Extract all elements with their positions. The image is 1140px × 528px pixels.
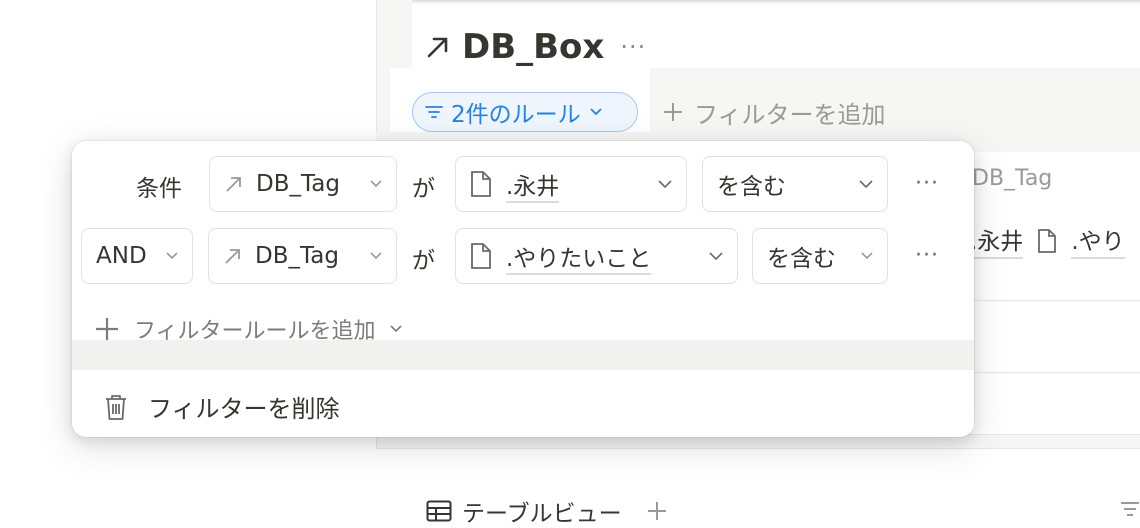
value-select-label: .永井 (506, 174, 560, 203)
chevron-down-icon (370, 180, 382, 188)
filter-rules-label: 2件のルール (451, 102, 581, 128)
property-select[interactable]: DB_Tag (208, 228, 397, 284)
arrow-up-right-icon (424, 33, 452, 61)
trash-icon (104, 393, 128, 421)
operator-select-label: を含む (767, 246, 836, 272)
rule-more-button[interactable]: ··· (915, 171, 939, 196)
add-filter-button[interactable]: フィルターを追加 (662, 92, 886, 132)
chevron-down-icon (166, 252, 178, 260)
tag-item[interactable]: .やり (1071, 222, 1125, 259)
tab-table-view-label: テーブルビュー (462, 501, 622, 527)
connector-label: が (412, 248, 435, 274)
filter-popup: 条件 DB_Tag が .永井 を含む ··· AND DB_Tag が .やり… (72, 141, 974, 437)
chevron-down-icon (859, 180, 873, 188)
rule-prefix-label: 条件 (136, 176, 182, 202)
page-title-text: DB_Box (462, 27, 605, 67)
logic-operator-select[interactable]: AND (81, 228, 193, 284)
value-select-label: .やりたいこと (506, 246, 652, 275)
page-icon (1037, 228, 1057, 254)
page-title[interactable]: DB_Box ··· (424, 24, 646, 70)
chevron-down-icon (709, 252, 723, 260)
logic-operator-label: AND (96, 243, 147, 269)
table-line (960, 372, 1140, 373)
tag-item[interactable]: .永井 (970, 222, 1024, 259)
page-icon (470, 242, 492, 270)
property-select[interactable]: DB_Tag (209, 156, 397, 212)
add-filter-rule-label: フィルタールールを追加 (134, 319, 376, 344)
delete-filter-button[interactable]: フィルターを削除 (104, 389, 340, 424)
operator-select[interactable]: を含む (702, 156, 888, 212)
tab-table-view[interactable]: テーブルビュー (426, 494, 668, 528)
table-line (960, 300, 1140, 301)
table-icon (426, 500, 452, 522)
table-bg (960, 152, 1140, 434)
filter-icon (425, 104, 443, 120)
value-select[interactable]: .やりたいこと (455, 228, 738, 284)
arrow-up-right-icon (223, 246, 243, 266)
table-line (960, 434, 1140, 435)
connector-label: が (412, 176, 435, 202)
top-divider (412, 0, 1140, 2)
value-select[interactable]: .永井 (455, 156, 687, 212)
more-icon[interactable]: ··· (620, 33, 646, 61)
column-header-db-tag[interactable]: DB_Tag (972, 166, 1052, 191)
add-view-plus-icon[interactable] (646, 500, 668, 522)
property-select-label: DB_Tag (256, 171, 340, 197)
chevron-down-icon (658, 180, 672, 188)
property-select-label: DB_Tag (255, 243, 339, 269)
filter-rules-pill[interactable]: 2件のルール (412, 92, 638, 132)
chevron-down-icon (370, 252, 382, 260)
operator-select-label: を含む (717, 174, 786, 200)
plus-icon (662, 101, 684, 123)
bottom-divider (376, 448, 1140, 449)
rule-more-button[interactable]: ··· (915, 243, 939, 268)
chevron-down-icon (861, 252, 873, 260)
sort-filter-icon[interactable] (1120, 500, 1140, 518)
delete-filter-label: フィルターを削除 (148, 395, 340, 423)
chevron-down-icon (589, 107, 603, 117)
table-cell-tags[interactable]: .永井 .やり (970, 222, 1125, 259)
chevron-down-icon (389, 325, 402, 333)
arrow-up-right-icon (224, 174, 244, 194)
page-icon (470, 170, 492, 198)
add-filter-rule-button[interactable]: フィルタールールを追加 (94, 313, 402, 345)
add-filter-label: フィルターを追加 (694, 100, 886, 129)
operator-select[interactable]: を含む (752, 228, 888, 284)
plus-icon (94, 316, 120, 342)
